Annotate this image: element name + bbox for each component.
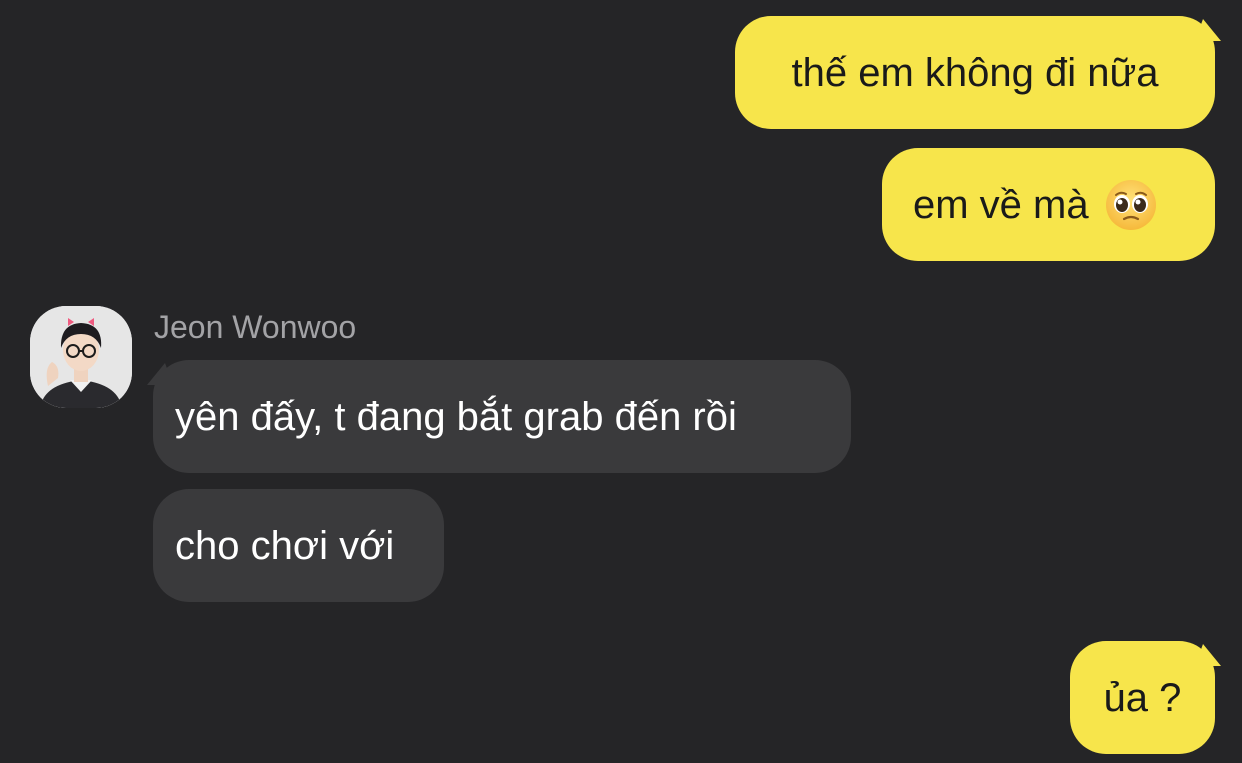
- outgoing-message-bubble[interactable]: em về mà: [882, 148, 1215, 261]
- message-text: ủa ?: [1103, 675, 1182, 720]
- pleading-face-emoji-icon: [1105, 179, 1157, 231]
- message-text: cho chơi với: [175, 523, 395, 568]
- incoming-message-bubble[interactable]: cho chơi với: [153, 489, 444, 602]
- outgoing-message-bubble[interactable]: ủa ?: [1070, 641, 1215, 754]
- sender-name: Jeon Wonwoo: [154, 309, 357, 345]
- outgoing-message-bubble[interactable]: thế em không đi nữa: [735, 16, 1215, 129]
- profile-photo-icon: [30, 306, 132, 408]
- contact-avatar[interactable]: [30, 306, 132, 408]
- incoming-message-bubble[interactable]: yên đấy, t đang bắt grab đến rồi: [153, 360, 851, 473]
- message-text: em về mà: [913, 182, 1089, 227]
- message-text: yên đấy, t đang bắt grab đến rồi: [175, 394, 737, 439]
- message-text: thế em không đi nữa: [791, 50, 1159, 95]
